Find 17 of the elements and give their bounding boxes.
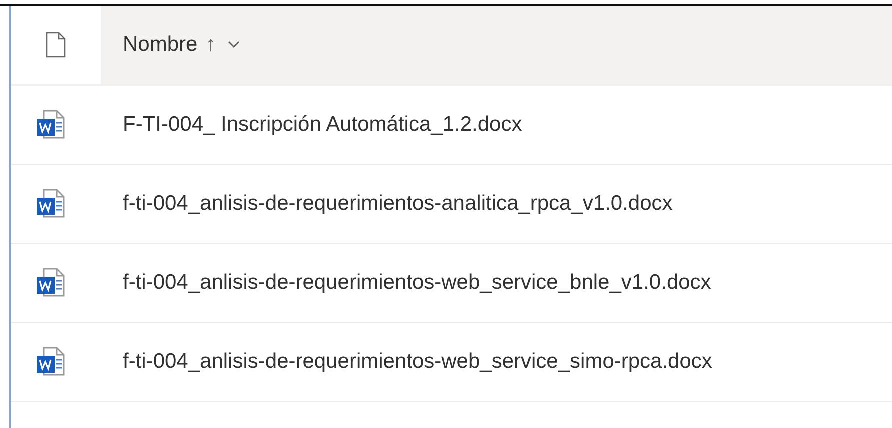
file-name[interactable]: F-TI-004_ Inscripción Automática_1.2.docx xyxy=(101,109,522,141)
file-row[interactable]: F-TI-004_ Inscripción Automática_1.2.docx xyxy=(11,86,892,165)
name-column-header[interactable]: Nombre ↑ xyxy=(101,6,892,84)
sort-arrow: ↑ xyxy=(206,32,216,58)
word-document-icon xyxy=(34,266,68,300)
file-row[interactable]: f-ti-004_anlisis-de-requerimientos-web_service_bnle_v1.0.docx xyxy=(11,244,892,323)
file-type-icon xyxy=(46,32,66,58)
column-label: Nombre xyxy=(123,32,198,58)
word-document-icon xyxy=(34,187,68,221)
file-name[interactable]: f-ti-004_anlisis-de-requerimientos-web_service_bnle_v1.0.docx xyxy=(101,267,712,299)
file-row[interactable]: f-ti-004_anlisis-de-requerimientos-analitica_rpca_v1.0.docx xyxy=(11,165,892,244)
word-document-icon xyxy=(34,345,68,379)
word-document-icon xyxy=(34,108,68,142)
file-row[interactable]: f-ti-004_anlisis-de-requerimientos-web_service_simo-rpca.docx xyxy=(11,323,892,402)
file-name[interactable]: f-ti-004_anlisis-de-requerimientos-analitica_rpca_v1.0.docx xyxy=(101,188,673,220)
chevron-down-icon xyxy=(228,41,240,49)
file-name[interactable]: f-ti-004_anlisis-de-requerimientos-web_service_simo-rpca.docx xyxy=(101,346,712,378)
